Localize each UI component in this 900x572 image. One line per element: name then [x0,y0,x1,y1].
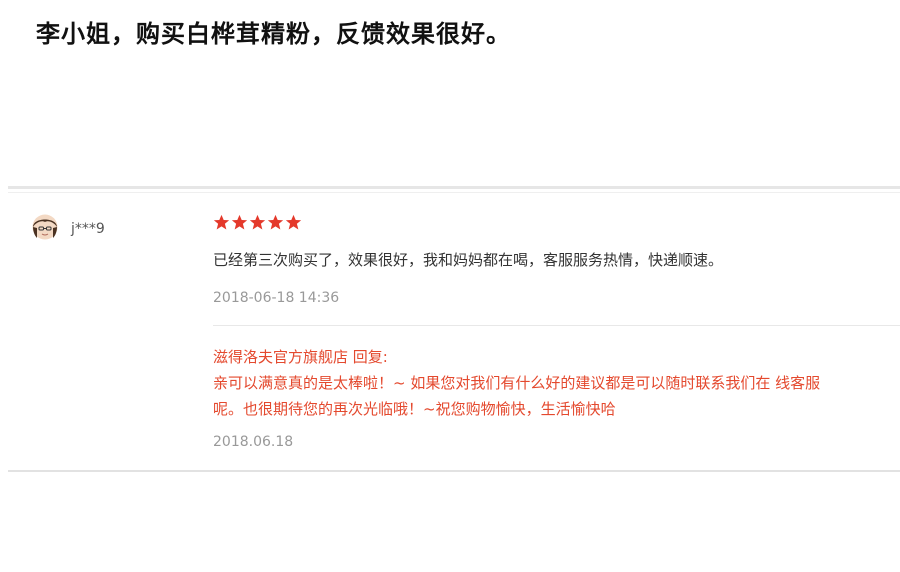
review-card: j***9 已经第三次购买了，效果很好，我和妈妈都在喝，客服服务热情，快递顺速。… [8,186,900,472]
star-rating [213,214,302,231]
page-headline: 李小姐，购买白桦茸精粉，反馈效果很好。 [36,20,511,48]
review-username[interactable]: j***9 [71,221,105,237]
seller-reply: 滋得洛夫官方旗舰店 回复: 亲可以满意真的是太棒啦！~ 如果您对我们有什么好的建… [213,344,900,422]
card-top-divider [8,192,900,193]
user-avatar-icon[interactable] [32,214,58,240]
review-comment-text: 已经第三次购买了，效果很好，我和妈妈都在喝，客服服务热情，快递顺速。 [213,251,724,269]
seller-reply-date: 2018.06.18 [213,434,294,450]
review-date: 2018-06-18 14:36 [213,290,340,306]
star-icon [213,214,230,230]
reply-divider [213,325,900,326]
star-icon [285,214,302,230]
star-icon [267,214,284,230]
star-icon [231,214,248,230]
star-icon [249,214,266,230]
seller-reply-text-line-2: 呢。也很期待您的再次光临哦！~祝您购物愉快，生活愉快哈 [213,400,616,418]
seller-reply-header: 滋得洛夫官方旗舰店 回复: [213,348,388,366]
seller-reply-text-line-1: 亲可以满意真的是太棒啦！~ 如果您对我们有什么好的建议都是可以随时联系我们在 线… [213,374,821,392]
